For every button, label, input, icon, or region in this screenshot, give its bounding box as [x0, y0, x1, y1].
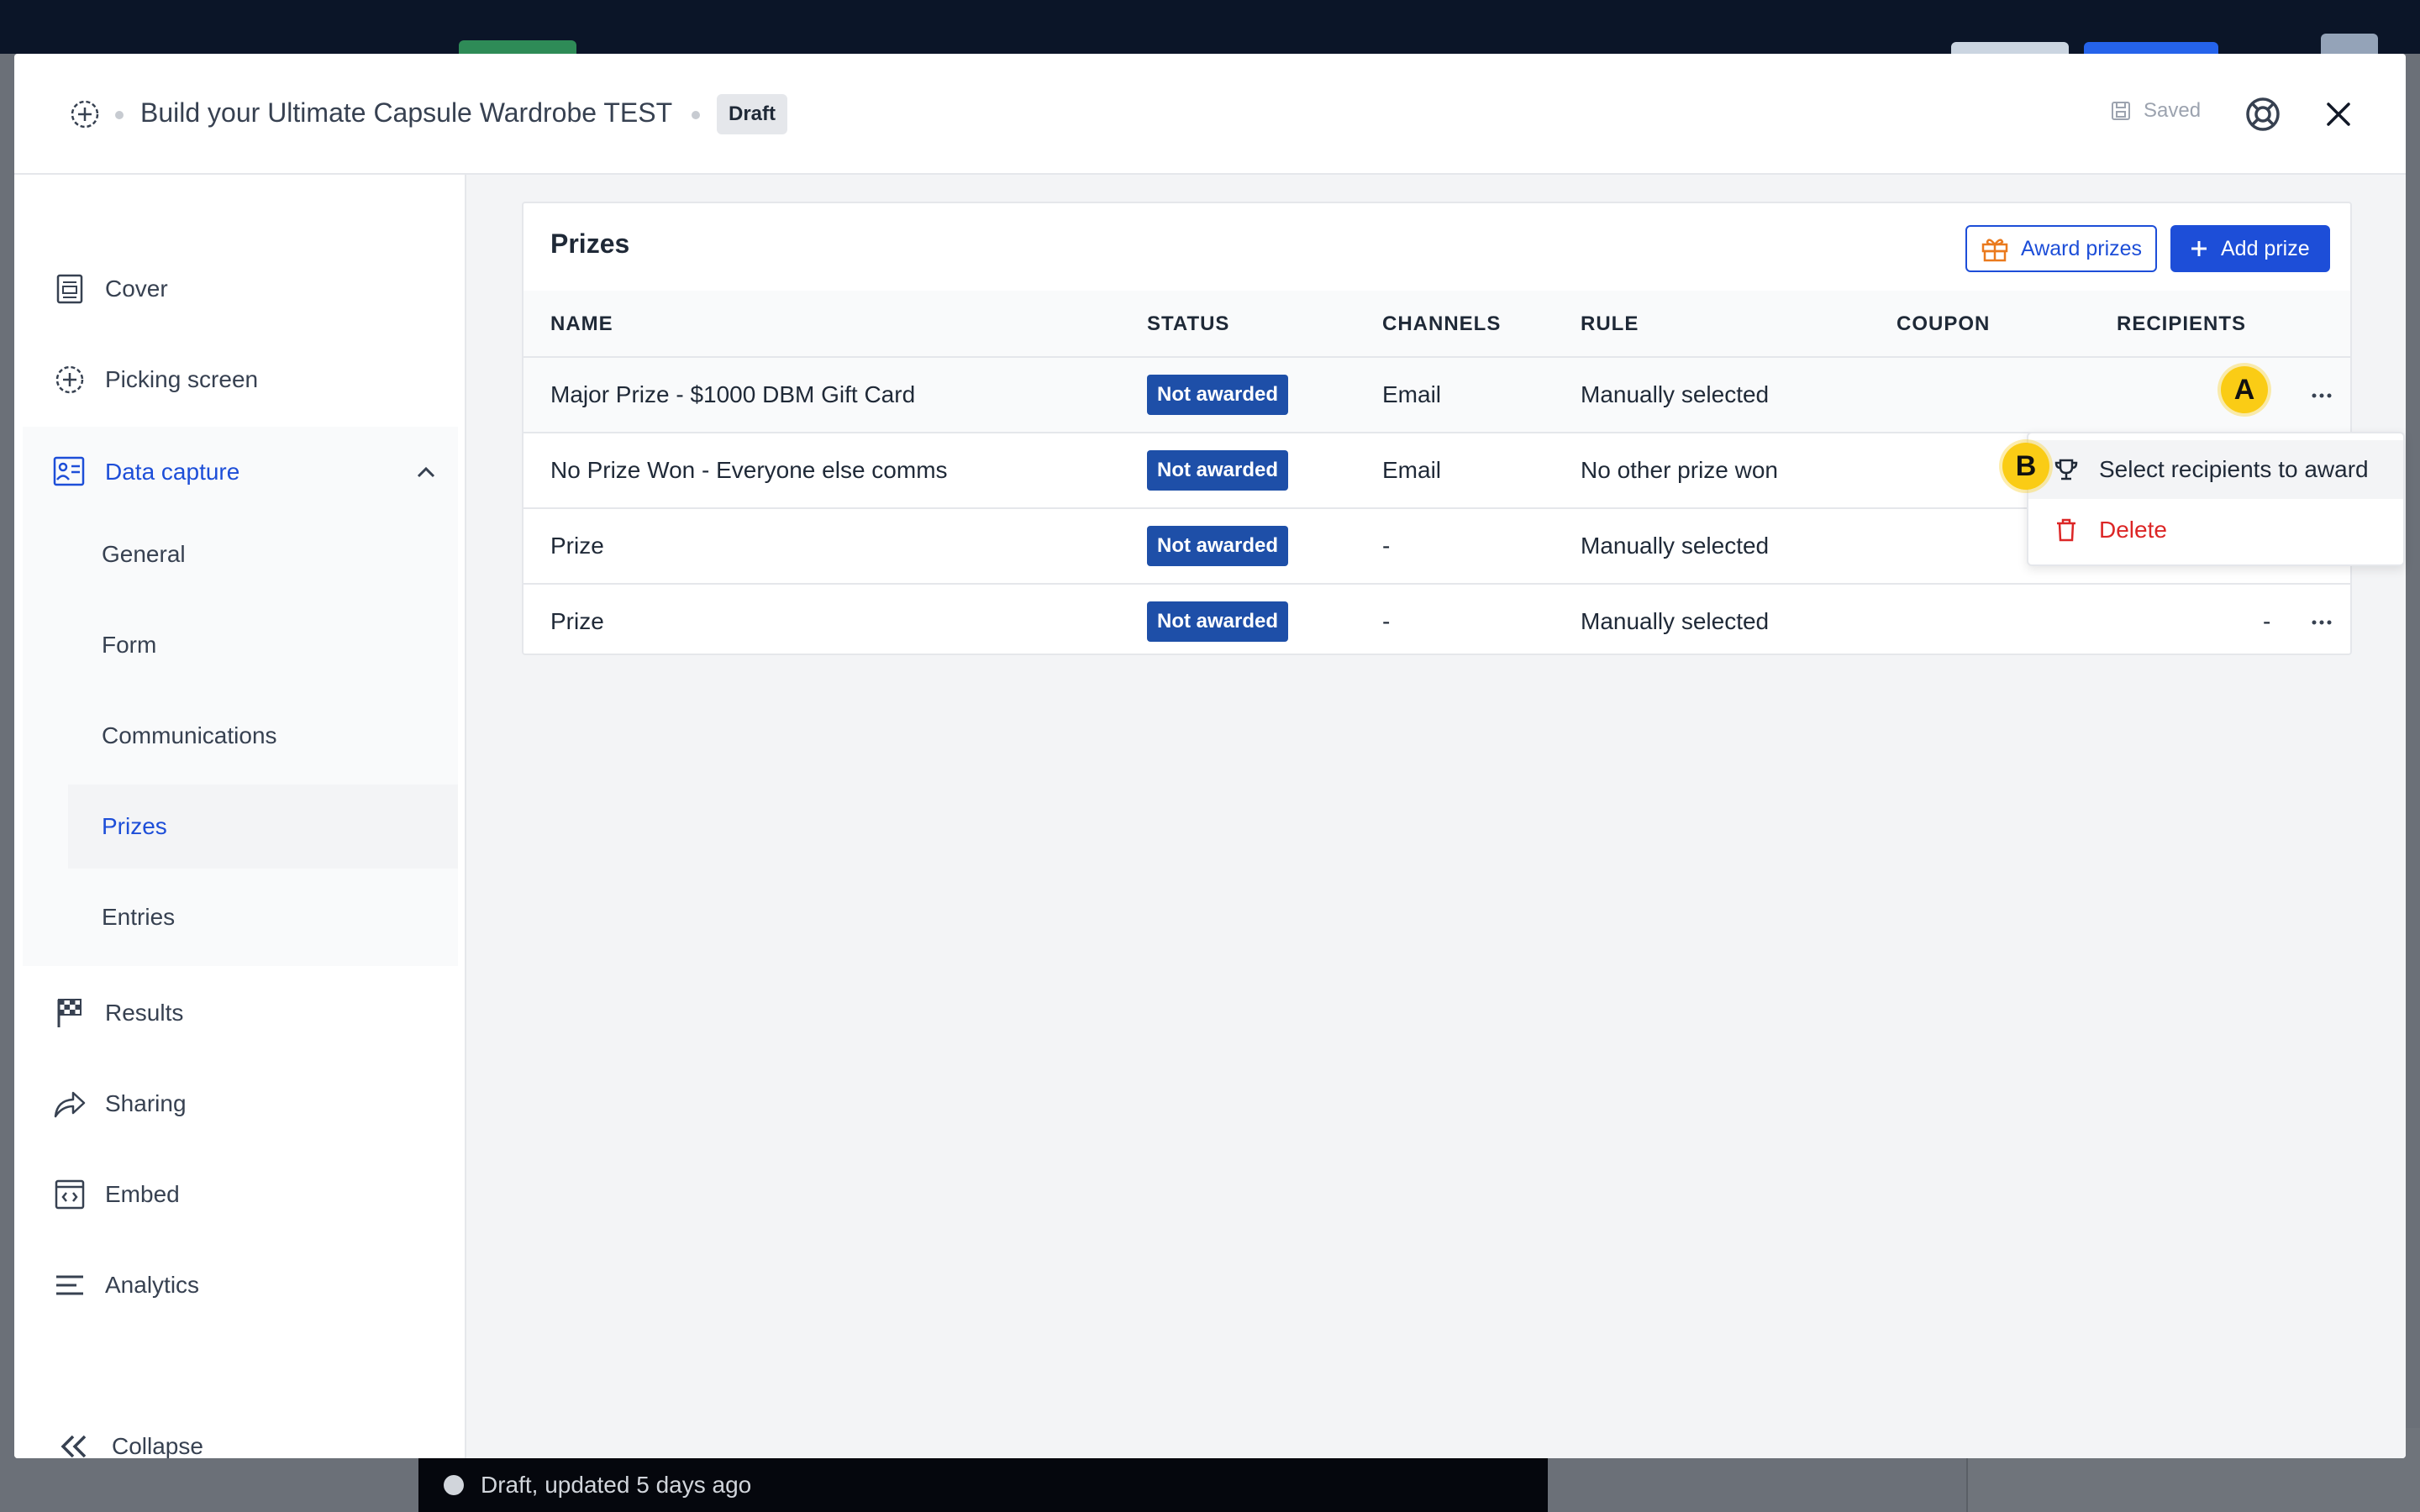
prize-rule: No other prize won: [1581, 457, 1779, 483]
prize-channels: -: [1382, 608, 1391, 634]
sidebar-subitem-entries[interactable]: Entries: [68, 875, 458, 959]
row-actions-menu: Select recipients to award Delete: [2027, 432, 2405, 566]
sidebar-item-label: Results: [105, 1000, 184, 1026]
sidebar-item-label: Embed: [105, 1181, 180, 1207]
help-lifebuoy-icon[interactable]: [2243, 94, 2283, 134]
prize-rule: Manually selected: [1581, 608, 1770, 634]
status-badge: Not awarded: [1147, 526, 1289, 566]
share-icon: [53, 1087, 87, 1121]
column-header-rule: RULE: [1581, 312, 1639, 335]
embed-icon: [53, 1178, 87, 1211]
menu-item-label: Delete: [2099, 517, 2167, 543]
analytics-icon: [53, 1268, 87, 1302]
sidebar-item-label: Analytics: [105, 1272, 200, 1298]
prize-name: Prize: [550, 608, 604, 634]
data-capture-icon: [53, 455, 87, 489]
sidebar-item-sharing[interactable]: Sharing: [14, 1058, 466, 1149]
document-icon: [53, 272, 87, 306]
table-row[interactable]: Prize Not awarded - Manually selected -: [523, 583, 2350, 659]
prize-recipients: -: [2263, 608, 2271, 634]
sidebar-subitem-communications[interactable]: Communications: [68, 694, 458, 778]
award-prizes-label: Award prizes: [2021, 236, 2143, 260]
column-header-recipients: RECIPIENTS: [2117, 312, 2247, 335]
sidebar-subitem-form[interactable]: Form: [68, 603, 458, 687]
prize-name: No Prize Won - Everyone else comms: [550, 457, 948, 483]
status-text: Draft, updated 5 days ago: [481, 1472, 752, 1498]
background-status-bar: Draft, updated 5 days ago: [418, 1458, 1548, 1512]
crosshair-icon: [53, 363, 87, 396]
background-button: [1951, 42, 2069, 54]
gift-icon: [1981, 239, 2008, 262]
sidebar-item-picking-screen[interactable]: Picking screen: [14, 334, 466, 425]
close-icon[interactable]: [2320, 96, 2357, 133]
marker-b: B: [2002, 443, 2049, 490]
menu-item-label: Select recipients to award: [2099, 456, 2369, 482]
column-header-channels: CHANNELS: [1382, 312, 1502, 335]
prize-name: Prize: [550, 533, 604, 559]
modal-header: Build your Ultimate Capsule Wardrobe TES…: [14, 54, 2406, 175]
background-avatar: [2321, 34, 2378, 54]
prize-rule: Manually selected: [1581, 381, 1770, 407]
prizes-title: Prizes: [550, 228, 630, 259]
status-dot: [444, 1475, 464, 1495]
award-prizes-button[interactable]: Award prizes: [1965, 225, 2157, 272]
sidebar-item-data-capture[interactable]: Data capture: [14, 427, 466, 517]
column-header-name: NAME: [550, 312, 613, 335]
more-options-icon[interactable]: [2308, 610, 2335, 635]
table-row[interactable]: Major Prize - $1000 DBM Gift Card Not aw…: [523, 356, 2350, 432]
delete-menu-item[interactable]: Delete: [2028, 501, 2403, 559]
prize-rule: Manually selected: [1581, 533, 1770, 559]
prizes-card: Prizes Award prizes Add prize NAME STATU…: [522, 202, 2352, 655]
table-header: NAME STATUS CHANNELS RULE COUPON RECIPIE…: [523, 291, 2350, 356]
prize-channels: Email: [1382, 381, 1442, 407]
sidebar-item-label: Sharing: [105, 1090, 187, 1116]
prize-channels: -: [1382, 533, 1391, 559]
saved-indicator: Saved: [2110, 99, 2201, 123]
breadcrumb-separator: [115, 111, 124, 119]
column-header-coupon: COUPON: [1897, 312, 1991, 335]
column-header-status: STATUS: [1147, 312, 1230, 335]
more-options-icon[interactable]: [2308, 383, 2335, 408]
editor-modal: Build your Ultimate Capsule Wardrobe TES…: [14, 54, 2406, 1458]
sidebar-item-embed[interactable]: Embed: [14, 1149, 466, 1240]
sidebar: Cover Picking screen Data capture Genera…: [14, 175, 466, 1458]
add-prize-button[interactable]: Add prize: [2170, 225, 2330, 272]
breadcrumb-separator: [692, 111, 700, 119]
crosshair-logo-icon: [71, 100, 99, 129]
sidebar-item-results[interactable]: Results: [14, 968, 466, 1058]
page-title: Build your Ultimate Capsule Wardrobe TES…: [140, 97, 673, 128]
sidebar-item-label: Picking screen: [105, 366, 259, 392]
status-badge: Not awarded: [1147, 601, 1289, 642]
plus-icon: [2191, 241, 2207, 256]
chevron-up-icon[interactable]: [416, 465, 436, 479]
background-pill: [459, 40, 576, 54]
prize-channels: Email: [1382, 457, 1442, 483]
sidebar-item-analytics[interactable]: Analytics: [14, 1240, 466, 1331]
status-badge: Not awarded: [1147, 375, 1289, 415]
status-badge: Not awarded: [1147, 450, 1289, 491]
sidebar-subitem-prizes[interactable]: Prizes: [68, 785, 458, 869]
main-content: Prizes Award prizes Add prize NAME STATU…: [466, 175, 2406, 1458]
sidebar-item-label: Cover: [105, 276, 168, 302]
background-primary-button: [2084, 42, 2218, 54]
sidebar-item-label: Data capture: [105, 459, 240, 485]
double-chevron-left-icon: [58, 1430, 92, 1458]
add-prize-label: Add prize: [2221, 236, 2310, 260]
sidebar-subitem-general[interactable]: General: [68, 512, 458, 596]
trash-icon: [2057, 518, 2075, 542]
checkered-flag-icon: [53, 996, 87, 1030]
draft-badge: Draft: [717, 94, 788, 134]
collapse-button[interactable]: Collapse: [14, 1401, 466, 1458]
marker-a: A: [2221, 366, 2268, 413]
collapse-label: Collapse: [112, 1433, 203, 1458]
sidebar-item-cover[interactable]: Cover: [14, 244, 466, 334]
saved-label: Saved: [2144, 99, 2202, 122]
prize-name: Major Prize - $1000 DBM Gift Card: [550, 381, 916, 407]
trophy-icon: [2054, 459, 2078, 480]
save-icon: [2112, 102, 2130, 120]
select-recipients-menu-item[interactable]: Select recipients to award: [2028, 440, 2403, 499]
